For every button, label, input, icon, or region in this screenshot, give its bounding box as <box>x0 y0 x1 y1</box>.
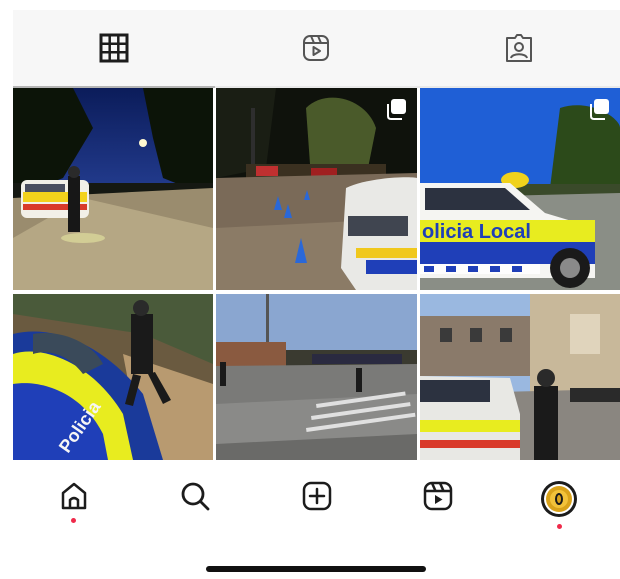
search-icon <box>181 482 210 511</box>
notification-dot <box>556 524 562 529</box>
post-thumbnail[interactable]: olicia Local <box>420 88 620 290</box>
create-icon <box>302 481 331 511</box>
tab-reels[interactable] <box>215 10 418 88</box>
tagged-icon <box>505 34 532 62</box>
vehicle-lettering: olicia Local <box>422 221 531 243</box>
profile-tabs <box>13 10 620 88</box>
nav-profile[interactable] <box>499 460 620 544</box>
grid-icon <box>99 33 129 63</box>
post-image <box>216 294 417 460</box>
bottom-navigation <box>13 460 620 544</box>
reels-icon <box>423 481 453 511</box>
tab-tagged[interactable] <box>417 10 620 88</box>
multiple-photos-icon <box>387 99 406 120</box>
post-thumbnail[interactable] <box>420 294 620 460</box>
nav-search[interactable] <box>134 460 255 544</box>
post-image <box>420 294 620 460</box>
nav-home[interactable] <box>13 460 134 544</box>
home-icon <box>61 482 86 510</box>
posts-grid: olicia Local Policia <box>13 88 620 460</box>
reels-icon <box>303 35 330 61</box>
profile-avatar-icon <box>541 481 578 517</box>
tab-posts-grid[interactable] <box>13 10 216 88</box>
post-thumbnail[interactable] <box>13 88 213 290</box>
notification-dot <box>71 518 77 523</box>
home-indicator[interactable] <box>206 566 426 572</box>
nav-create[interactable] <box>256 460 377 544</box>
post-image: Policia <box>13 294 213 460</box>
profile-screen: olicia Local Policia <box>0 0 620 579</box>
post-thumbnail[interactable]: Policia <box>13 294 213 460</box>
multiple-photos-icon <box>590 99 609 120</box>
nav-reels[interactable] <box>377 460 498 544</box>
post-thumbnail[interactable] <box>216 88 417 290</box>
post-thumbnail[interactable] <box>216 294 417 460</box>
post-image <box>13 88 213 290</box>
